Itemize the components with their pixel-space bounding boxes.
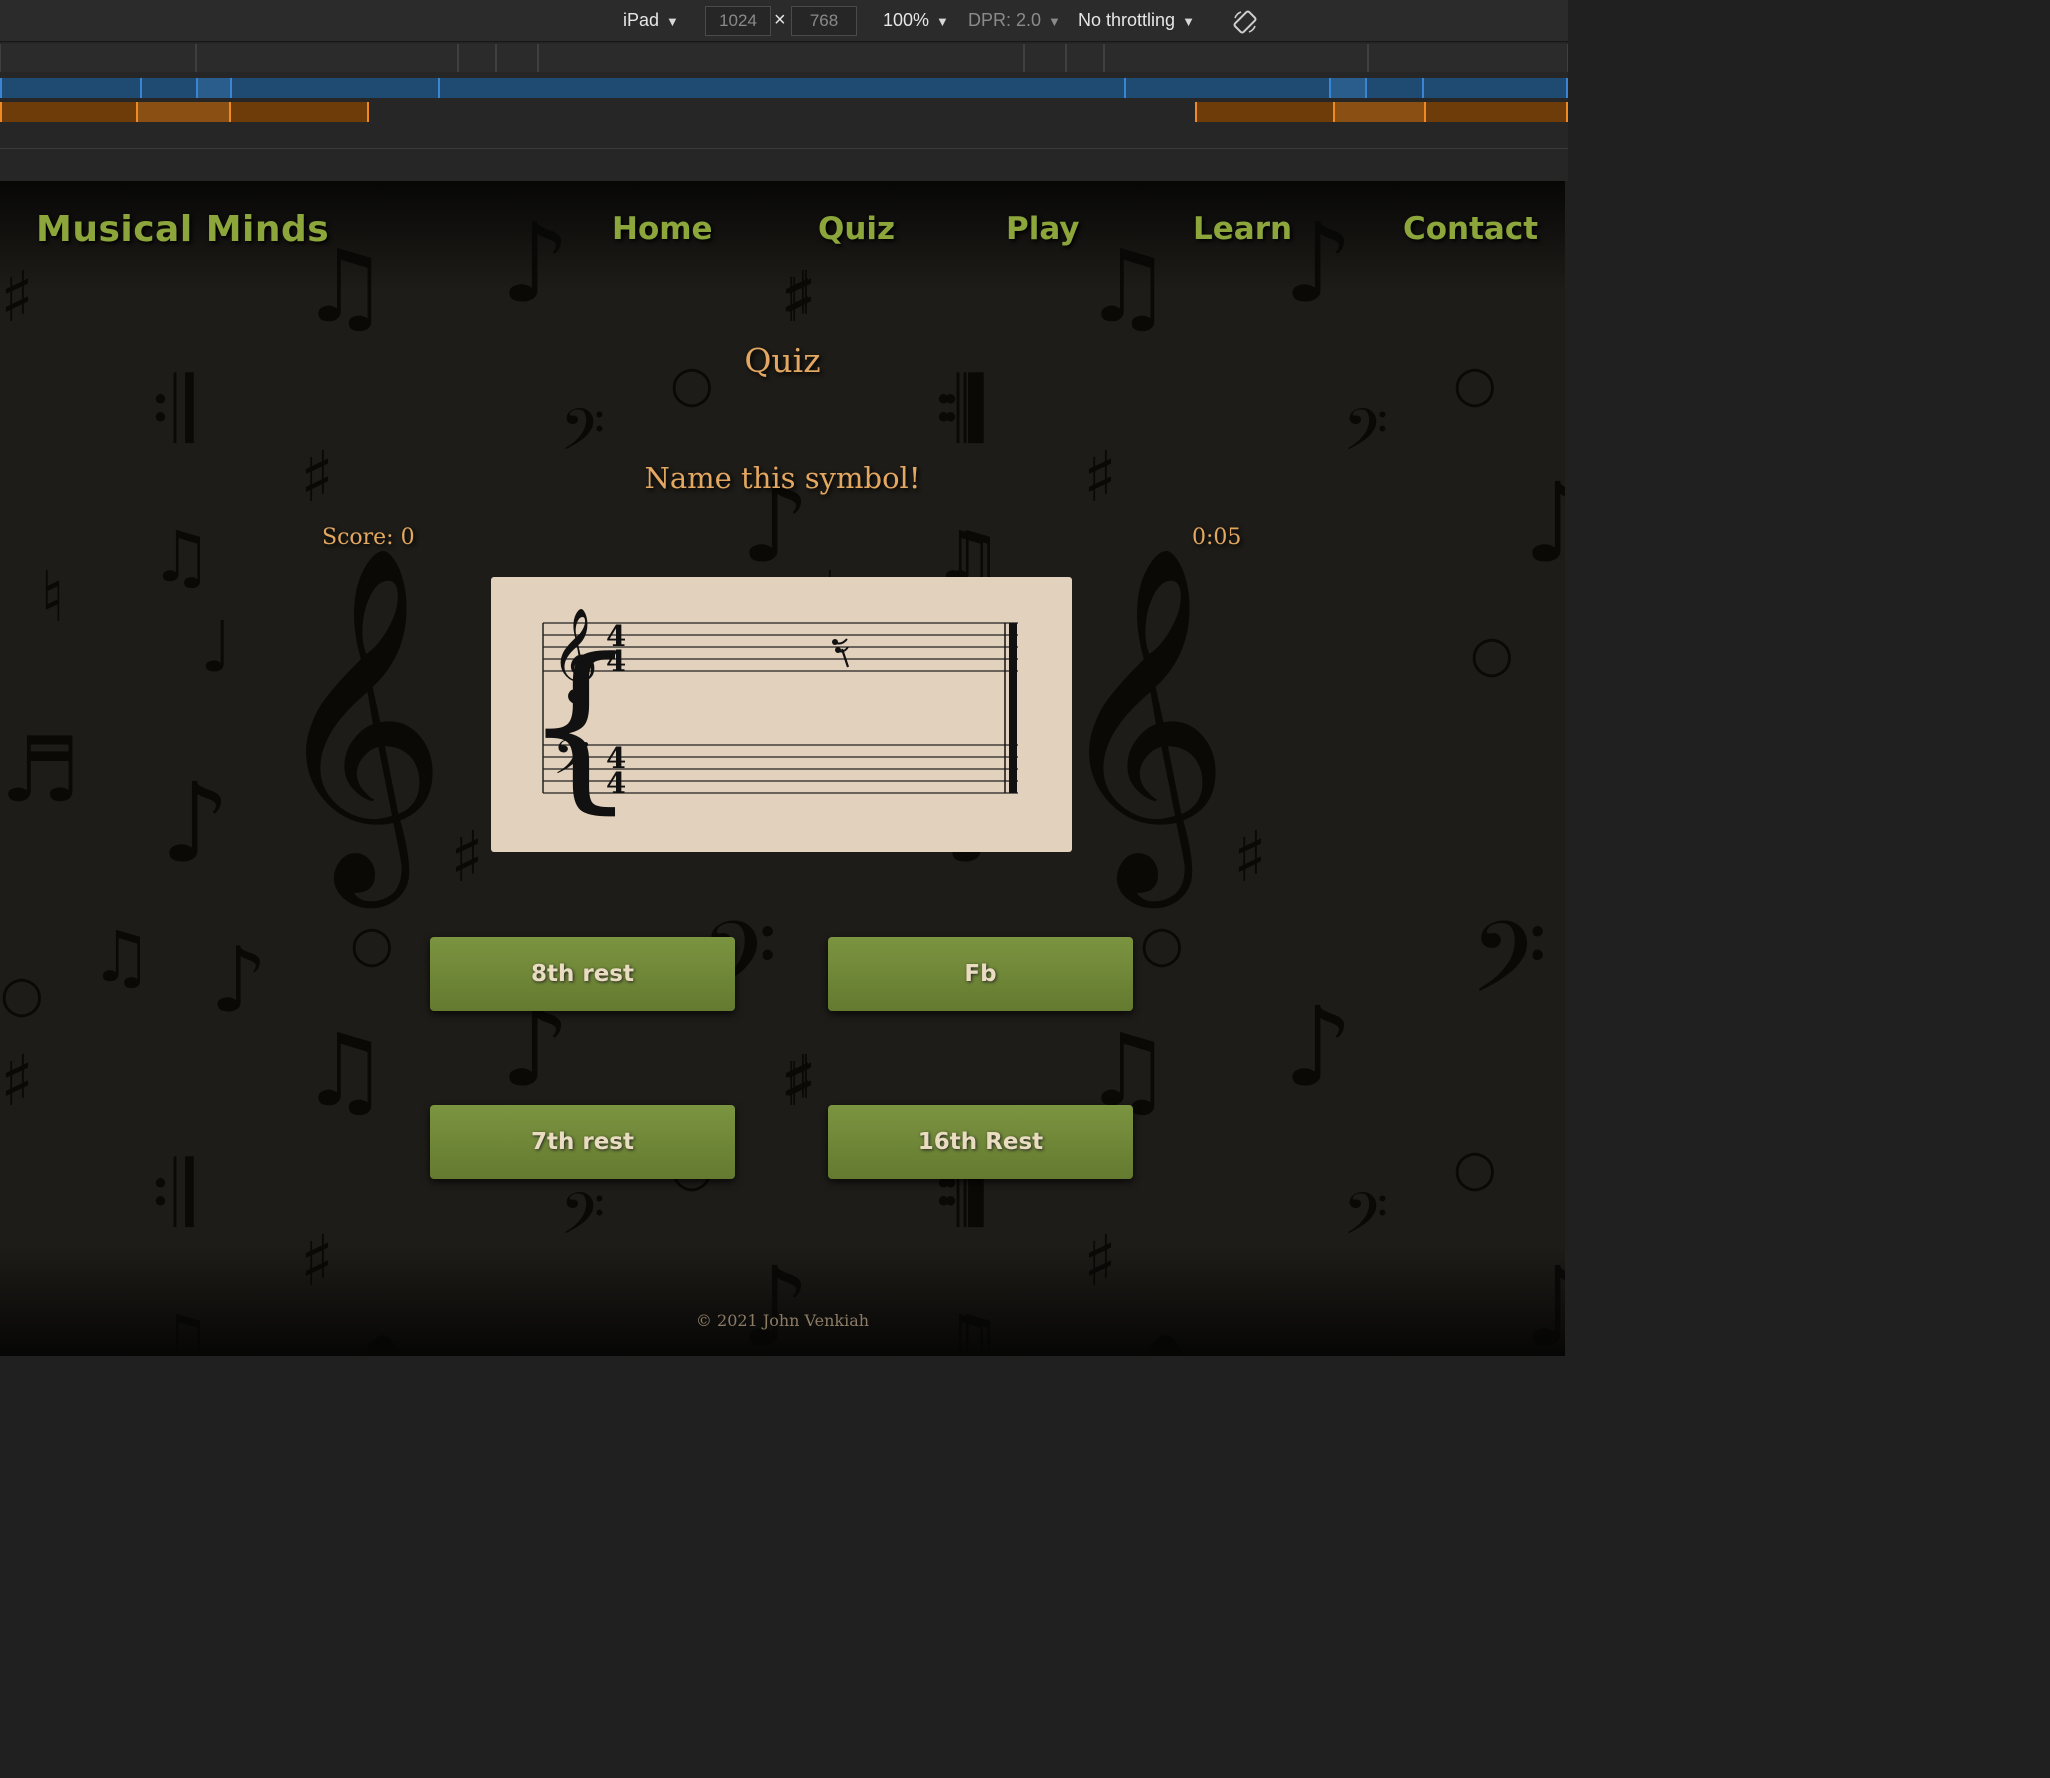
mq-segment[interactable] xyxy=(1124,78,1424,98)
mq-segment[interactable] xyxy=(1368,44,1568,72)
bottom-shade xyxy=(0,1246,1565,1356)
nav-quiz[interactable]: Quiz xyxy=(818,211,895,247)
mq-segment[interactable] xyxy=(1329,78,1367,98)
answer-button-3[interactable]: 7th rest xyxy=(430,1105,735,1179)
brand-logo[interactable]: Musical Minds xyxy=(36,209,329,250)
mq-segment[interactable] xyxy=(196,78,232,98)
nav-play[interactable]: Play xyxy=(1006,211,1080,247)
symbol-card: { 𝄞 𝄢 4 4 4 4 xyxy=(491,577,1072,852)
answer-button-4[interactable]: 16th Rest xyxy=(828,1105,1133,1179)
mq-segment[interactable] xyxy=(136,102,231,122)
mq-divider xyxy=(0,148,1568,149)
whole-note-icon: ○ xyxy=(0,965,44,1023)
mq-segment[interactable] xyxy=(496,44,538,72)
height-input[interactable]: 768 xyxy=(791,6,857,36)
sixteenth-rest-icon xyxy=(832,638,850,668)
times-icon: × xyxy=(774,9,786,31)
grand-staff: { 𝄞 𝄢 4 4 4 4 xyxy=(523,607,1018,830)
device-select[interactable]: iPad ▼ xyxy=(623,10,679,31)
beamed-notes-icon: ♬ xyxy=(0,718,81,823)
whole-note-icon: ○ xyxy=(350,915,394,973)
throttling-select[interactable]: No throttling ▼ xyxy=(1078,10,1195,31)
caret-down-icon: ▼ xyxy=(1182,14,1195,29)
mq-segment[interactable] xyxy=(0,44,196,72)
page-title: Quiz xyxy=(744,341,821,380)
zoom-label: 100% xyxy=(883,10,930,30)
bass-clef-icon: 𝄢 xyxy=(553,729,590,797)
mq-segment[interactable] xyxy=(140,78,440,98)
device-label: iPad xyxy=(623,10,660,30)
bass-clef-icon: 𝄢 xyxy=(1470,901,1547,1040)
nav-home[interactable]: Home xyxy=(612,211,713,247)
nav-learn[interactable]: Learn xyxy=(1193,211,1292,247)
quarter-note-icon: ♩ xyxy=(200,606,233,688)
caret-down-icon: ▼ xyxy=(666,14,679,29)
footer-copyright: © 2021 John Venkiah xyxy=(695,1311,870,1330)
score-display: Score: 0 xyxy=(322,525,415,550)
dpr-select[interactable]: DPR: 2.0 ▼ xyxy=(968,10,1061,31)
natural-icon: ♮ xyxy=(40,556,65,638)
dpr-label: DPR: 2.0 xyxy=(968,10,1042,30)
answer-button-1[interactable]: 8th rest xyxy=(430,937,735,1011)
mq-segment[interactable] xyxy=(538,44,1024,72)
mq-segment[interactable] xyxy=(458,44,496,72)
time-signature-bottom: 4 xyxy=(606,766,626,800)
question-prompt: Name this symbol! xyxy=(644,461,921,495)
mq-segment[interactable] xyxy=(1066,44,1104,72)
nav-contact[interactable]: Contact xyxy=(1403,211,1538,247)
devtools-toolbar: iPad ▼ 1024 × 768 100% ▼ DPR: 2.0 ▼ No thro… xyxy=(0,0,1568,42)
timer-display: 0:05 xyxy=(1192,525,1242,550)
zoom-select[interactable]: 100% ▼ xyxy=(883,10,949,31)
media-query-bars xyxy=(0,42,1568,181)
caret-down-icon: ▼ xyxy=(1048,14,1061,29)
mq-segment[interactable] xyxy=(1024,44,1066,72)
treble-clef-icon: 𝄞 xyxy=(270,543,447,910)
mq-row-max-min xyxy=(0,78,1568,98)
beamed-notes-icon: ♫ xyxy=(150,516,213,598)
mq-segment[interactable] xyxy=(196,44,458,72)
mq-row-max-width xyxy=(0,102,1568,122)
caret-down-icon: ▼ xyxy=(936,14,949,29)
whole-note-icon: ○ xyxy=(1140,915,1184,973)
beamed-notes-icon: ♫ xyxy=(90,916,153,998)
time-signature-bottom: 4 xyxy=(606,644,626,678)
mq-segment[interactable] xyxy=(1333,102,1426,122)
mq-row-min-width xyxy=(0,44,1568,72)
eighth-note-icon: ♪ xyxy=(210,928,267,1033)
mq-segment[interactable] xyxy=(1104,44,1368,72)
sharp-icon: ♯ xyxy=(450,816,484,898)
rotate-icon[interactable] xyxy=(1232,9,1258,35)
width-input[interactable]: 1024 xyxy=(705,6,771,36)
answer-button-2[interactable]: Fb xyxy=(828,937,1133,1011)
treble-clef-icon: 𝄞 xyxy=(551,607,598,704)
final-thick-barline xyxy=(1009,623,1017,793)
eighth-note-icon: ♪ xyxy=(160,759,230,887)
throttling-label: No throttling xyxy=(1078,10,1176,30)
whole-note-icon: ○ xyxy=(1470,625,1514,683)
site-viewport: ♯ ♫ ♪ ♯ 𝄇 ♯ 𝄢 ○ ♪ 𝄇 ♫ ♫ 𝄞 ♩ ♮ ♬ ♪ ♯ 𝄢 𝄢 … xyxy=(0,181,1565,1356)
